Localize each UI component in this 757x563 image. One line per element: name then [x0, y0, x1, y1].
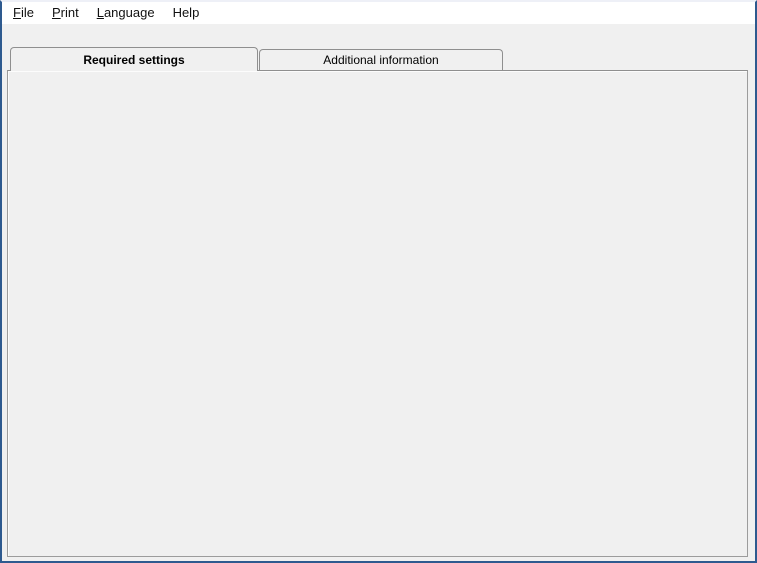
tab-additional-information[interactable]: Additional information: [259, 49, 503, 70]
tab-required-settings-label: Required settings: [83, 53, 184, 67]
tab-required-settings[interactable]: Required settings: [10, 47, 258, 71]
tab-additional-information-label: Additional information: [323, 53, 438, 67]
menu-bar: FilePrintLanguageHelp: [2, 2, 757, 24]
menu-help[interactable]: Help: [164, 2, 209, 24]
menu-file[interactable]: File: [4, 2, 43, 24]
tab-page-required-settings: [7, 70, 748, 557]
menu-print[interactable]: Print: [43, 2, 88, 24]
menu-language[interactable]: Language: [88, 2, 164, 24]
app-window: FilePrintLanguageHelp Required settings …: [0, 0, 757, 563]
